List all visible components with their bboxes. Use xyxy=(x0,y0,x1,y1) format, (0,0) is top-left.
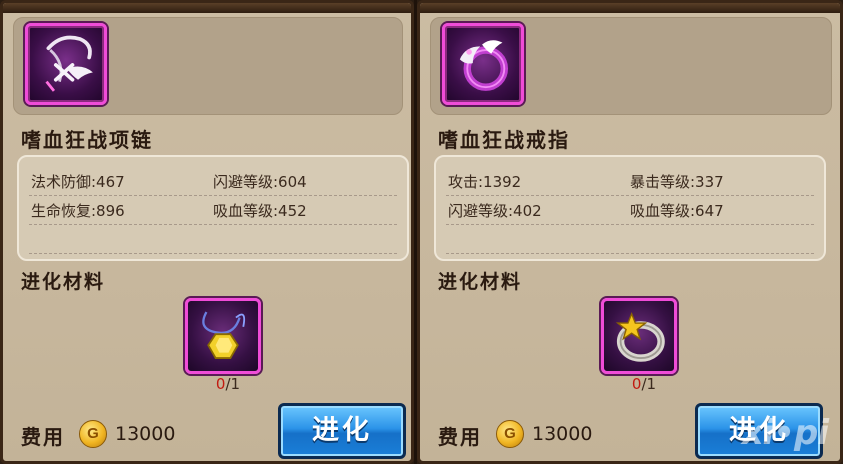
cost-label: 费用 xyxy=(438,425,482,449)
ring-material-icon[interactable] xyxy=(601,298,677,374)
stats-box: 攻击:1392 暴击等级:337 闪避等级:402 吸血等级:647 xyxy=(434,155,826,261)
gold-coin-icon: G xyxy=(79,420,107,448)
stat-dodge-level: 闪避等级:402 xyxy=(448,202,542,220)
material-count: 0/1 xyxy=(198,375,258,393)
stat-row: 生命恢复:896 吸血等级:452 xyxy=(29,196,397,225)
item-name: 嗜血狂战戒指 xyxy=(438,128,570,152)
cost-value: 13000 xyxy=(115,423,176,445)
item-name: 嗜血狂战项链 xyxy=(21,128,153,152)
stat-dodge-level: 闪避等级:604 xyxy=(213,173,307,191)
evolve-material-title: 进化材料 xyxy=(438,271,523,293)
stat-attack: 攻击:1392 xyxy=(448,173,522,191)
stat-row-empty xyxy=(446,225,814,254)
stat-row: 闪避等级:402 吸血等级:647 xyxy=(446,196,814,225)
stats-box: 法术防御:467 闪避等级:604 生命恢复:896 吸血等级:452 xyxy=(17,155,409,261)
stat-row: 法术防御:467 闪避等级:604 xyxy=(29,167,397,196)
stat-hp-regen: 生命恢复:896 xyxy=(31,202,125,220)
stat-crit-level: 暴击等级:337 xyxy=(630,173,724,191)
material-need: 1 xyxy=(230,375,241,393)
material-need: 1 xyxy=(646,375,657,393)
necklace-icon[interactable] xyxy=(25,23,107,105)
gold-coin-icon: G xyxy=(496,420,524,448)
pendant-material-icon[interactable] xyxy=(185,298,261,374)
stat-row-empty xyxy=(29,225,397,254)
cost-value: 13000 xyxy=(532,423,593,445)
ring-icon[interactable] xyxy=(442,23,524,105)
panel-top-bar xyxy=(3,3,411,13)
stat-magic-defense: 法术防御:467 xyxy=(31,173,125,191)
watermark: xi•pi xyxy=(741,413,829,453)
stat-row: 攻击:1392 暴击等级:337 xyxy=(446,167,814,196)
panel-top-bar xyxy=(420,3,840,13)
evolve-button[interactable]: 进化 xyxy=(278,403,406,459)
evolve-material-title: 进化材料 xyxy=(21,271,106,293)
stat-lifesteal-level: 吸血等级:452 xyxy=(213,202,307,220)
equipment-panel-ring: 嗜血狂战戒指 攻击:1392 暴击等级:337 闪避等级:402 吸血等级:64… xyxy=(417,0,843,464)
equipment-panel-necklace: 嗜血狂战项链 法术防御:467 闪避等级:604 生命恢复:896 吸血等级:4… xyxy=(0,0,414,464)
stat-lifesteal-level: 吸血等级:647 xyxy=(630,202,724,220)
material-count: 0/1 xyxy=(614,375,674,393)
cost-label: 费用 xyxy=(21,425,65,449)
